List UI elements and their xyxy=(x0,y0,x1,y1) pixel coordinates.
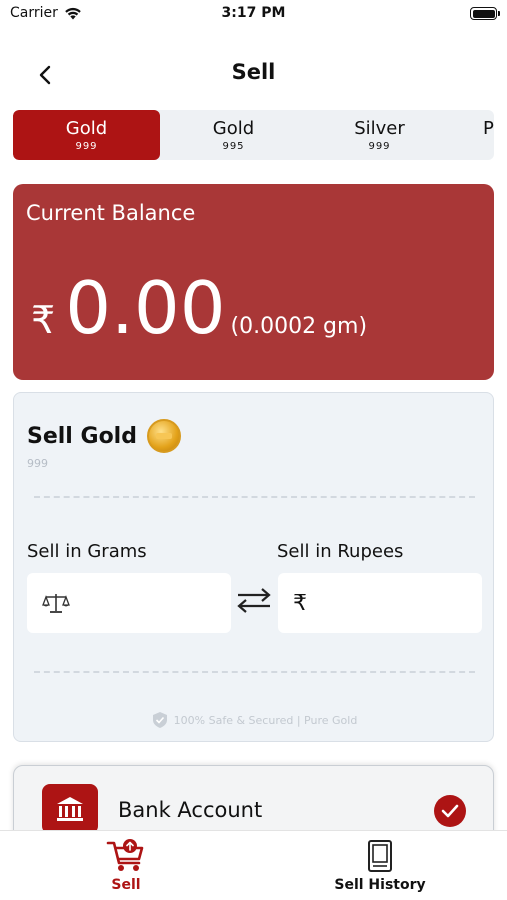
sell-purity: 999 xyxy=(27,457,48,470)
rupees-input[interactable] xyxy=(315,593,455,613)
balance-row: ₹ 0.00 (0.0002 gm) xyxy=(31,272,367,344)
sell-card: Sell Gold 999 Sell in Grams Sell in Rupe… xyxy=(13,392,494,742)
nav-sell-label: Sell xyxy=(111,877,141,893)
nav-sell-history-label: Sell History xyxy=(334,877,426,893)
nav-sell[interactable]: Sell xyxy=(26,837,226,893)
balance-card: Current Balance ₹ 0.00 (0.0002 gm) xyxy=(13,184,494,380)
bottom-nav: Sell Sell History xyxy=(0,830,507,900)
rupee-prefix: ₹ xyxy=(293,590,307,616)
sell-title: Sell Gold xyxy=(27,423,137,449)
grams-label: Sell in Grams xyxy=(27,541,147,562)
tab-purity: 999 xyxy=(368,141,391,152)
tab-purity: 999 xyxy=(75,141,98,152)
secure-text: 100% Safe & Secured | Pure Gold xyxy=(173,713,358,727)
tab-name: Gold xyxy=(65,118,108,139)
nav-sell-history[interactable]: Sell History xyxy=(280,837,480,893)
divider xyxy=(34,671,475,673)
cart-icon xyxy=(106,839,144,871)
check-circle-icon xyxy=(434,795,466,827)
grams-field[interactable] xyxy=(27,573,231,633)
tab-partial[interactable]: P xyxy=(453,110,494,160)
nav-header: Sell xyxy=(0,52,507,96)
rupee-symbol: ₹ xyxy=(31,298,56,342)
battery-icon xyxy=(470,7,500,20)
page-title: Sell xyxy=(231,60,276,84)
balance-amount: 0.00 xyxy=(65,266,226,350)
gold-coin-icon xyxy=(146,419,181,453)
secure-row: 100% Safe & Secured | Pure Gold xyxy=(14,711,495,729)
book-icon xyxy=(368,840,392,872)
divider xyxy=(34,496,475,498)
bank-icon xyxy=(42,784,98,834)
tab-name: Gold xyxy=(212,118,255,139)
scale-icon xyxy=(42,594,70,613)
status-time: 3:17 PM xyxy=(221,5,286,21)
sell-title-row: Sell Gold xyxy=(27,419,181,453)
balance-title: Current Balance xyxy=(26,201,196,225)
tab-name: P xyxy=(483,118,494,139)
metal-tabs: Gold 999 Gold 995 Silver 999 P xyxy=(13,110,494,160)
bank-account-label: Bank Account xyxy=(118,798,263,822)
rupees-field[interactable]: ₹ xyxy=(278,573,482,633)
grams-input[interactable] xyxy=(78,593,218,613)
status-bar: Carrier 3:17 PM xyxy=(0,0,507,30)
swap-icon[interactable] xyxy=(235,585,273,615)
tab-silver-999[interactable]: Silver 999 xyxy=(306,110,453,160)
tab-gold-995[interactable]: Gold 995 xyxy=(160,110,307,160)
balance-grams: (0.0002 gm) xyxy=(230,314,368,339)
rupees-label: Sell in Rupees xyxy=(277,541,404,562)
tab-purity: 995 xyxy=(222,141,245,152)
tab-gold-999[interactable]: Gold 999 xyxy=(13,110,160,160)
shield-check-icon xyxy=(152,712,167,728)
tab-name: Silver xyxy=(354,118,405,139)
